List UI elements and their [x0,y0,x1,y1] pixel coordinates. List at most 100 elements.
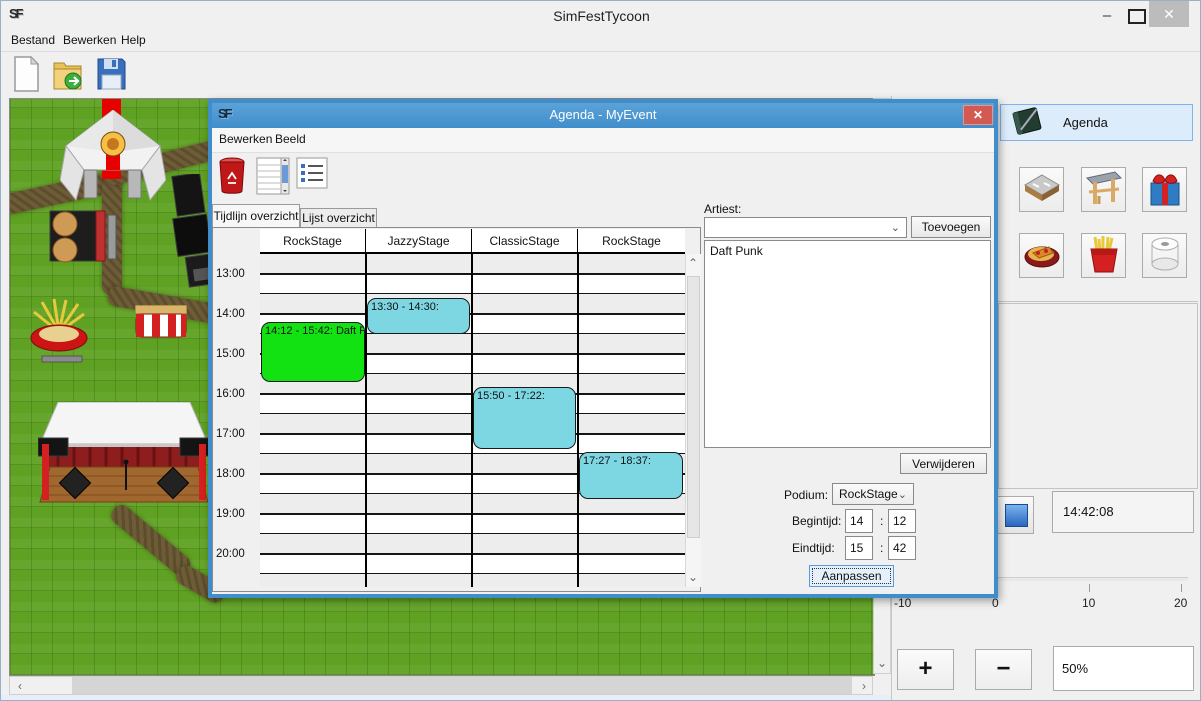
grid-corner [213,228,260,253]
burger-stand[interactable] [48,209,118,267]
pizza-icon [1023,239,1061,272]
schedule-event[interactable]: 17:27 - 18:37: [579,452,683,499]
slider-label: 20 [1174,596,1187,610]
time-label: 20:00 [216,548,258,560]
scroll-down-icon[interactable]: ⌄ [687,570,699,584]
dialog-menu-bar: Bewerken Beeld [212,128,994,153]
dialog-title-bar[interactable]: SF Agenda - MyEvent ✕ [212,103,994,128]
info-panel [998,303,1198,489]
column-header: JazzyStage [366,229,472,253]
striped-booth[interactable] [135,305,187,342]
scroll-up-icon[interactable]: ⌃ [687,256,699,270]
slider-label: 10 [1082,596,1095,610]
menu-help[interactable]: Help [121,33,146,49]
column-header: ClassicStage [472,229,578,253]
time-label: 13:00 [216,268,258,280]
menu-bewerken[interactable]: Bewerken [63,33,116,49]
end-hour-input[interactable]: 15 [845,536,873,560]
time-colon: : [880,514,883,528]
agenda-button-label: Agenda [1063,115,1108,130]
schedule-event[interactable]: 14:12 - 15:42: Daft Punk [261,322,365,382]
save-floppy-icon[interactable] [94,55,128,93]
fries-stand[interactable] [24,294,94,367]
open-folder-icon[interactable] [51,55,85,93]
column-header: RockStage [260,229,366,253]
agenda-button[interactable]: Agenda [1000,104,1193,141]
tent[interactable] [60,110,166,208]
agenda-book-icon [1009,106,1045,139]
apply-button[interactable]: Aanpassen [809,565,894,587]
artist-list-item[interactable]: Daft Punk [705,241,990,258]
clock-display: 14:42:08 [1052,491,1194,533]
title-bar: SF SimFestTycoon – ✕ [1,1,1201,31]
dialog-menu-bewerken[interactable]: Bewerken [219,132,272,146]
zoom-in-button[interactable]: + [897,649,954,690]
shop-item-fries[interactable] [1081,233,1126,278]
scroll-left-icon[interactable]: ‹ [14,679,26,693]
list-view-icon[interactable] [296,157,332,197]
menu-bestand[interactable]: Bestand [11,33,55,49]
begin-hour-input[interactable]: 14 [845,509,873,533]
schedule-grid: RockStage JazzyStage ClassicStage RockSt… [212,227,701,592]
trash-icon[interactable] [217,157,253,197]
column-line [577,254,579,587]
scroll-right-icon[interactable]: › [858,679,870,693]
time-label: 18:00 [216,468,258,480]
grid-body[interactable]: 14:12 - 15:42: Daft Punk 13:30 - 14:30: … [260,254,685,587]
timeline-view-icon[interactable] [256,157,292,197]
tab-list-overview[interactable]: Lijst overzicht [300,208,377,227]
shop-item-gate[interactable] [1081,167,1126,212]
podium-dropdown[interactable]: RockStage ⌄ [832,483,914,505]
stage-gate-icon [1085,170,1123,209]
schedule-event[interactable]: 15:50 - 17:22: [473,387,576,449]
scroll-down-icon[interactable]: ⌄ [876,656,888,670]
add-artist-button[interactable]: Toevoegen [911,216,991,238]
zoom-out-button[interactable]: − [975,649,1032,690]
close-button[interactable]: ✕ [1149,1,1189,27]
scrollbar-thumb[interactable] [72,677,852,694]
grid-scrollbar[interactable]: ⌃ ⌄ [685,254,701,587]
artist-list[interactable]: Daft Punk [704,240,991,448]
podium-label: Podium: [784,488,828,502]
begin-time-label: Begintijd: [792,514,841,528]
agenda-dialog: SF Agenda - MyEvent ✕ Bewerken Beeld [208,99,998,598]
fries-icon [1087,235,1121,276]
shop-item-pizza[interactable] [1019,233,1064,278]
new-document-icon[interactable] [9,55,43,93]
dialog-menu-beeld[interactable]: Beeld [275,132,306,146]
time-label: 14:00 [216,308,258,320]
speed-button[interactable] [996,496,1034,534]
chevron-down-icon: ⌄ [898,488,907,501]
time-label: 16:00 [216,388,258,400]
time-label: 17:00 [216,428,258,440]
schedule-event[interactable]: 13:30 - 14:30: [367,298,470,334]
artist-label: Artiest: [704,202,741,216]
app-window: SF SimFestTycoon – ✕ Bestand Bewerken He… [0,0,1201,701]
dialog-close-button[interactable]: ✕ [963,105,993,125]
shop-item-gift[interactable] [1142,167,1187,212]
slider-label: -10 [894,596,911,610]
chevron-down-icon: ⌄ [891,221,900,234]
tab-timeline-overview[interactable]: Tijdlijn overzicht [212,204,300,227]
shop-item-toilet-roll[interactable] [1142,233,1187,278]
map-horizontal-scrollbar[interactable]: ‹ › [9,676,873,695]
minimize-button[interactable]: – [1097,7,1117,25]
panel-divider [998,301,1198,302]
artist-combobox[interactable]: ⌄ [704,217,907,238]
grid-scrollbar-thumb[interactable] [687,276,700,538]
main-toolbar [1,52,1201,96]
gift-icon [1146,169,1184,210]
time-colon: : [880,541,883,555]
maximize-button[interactable] [1128,9,1146,24]
main-stage[interactable] [38,402,210,517]
column-header: RockStage [578,229,685,253]
slider-tick [1181,584,1182,592]
time-label: 19:00 [216,508,258,520]
end-minute-input[interactable]: 42 [888,536,916,560]
speed-blue-icon [1005,504,1028,527]
begin-minute-input[interactable]: 12 [888,509,916,533]
shop-item-road[interactable] [1019,167,1064,212]
road-tile-icon [1023,171,1061,208]
toilet-roll-icon [1148,236,1182,275]
remove-button[interactable]: Verwijderen [900,453,987,474]
